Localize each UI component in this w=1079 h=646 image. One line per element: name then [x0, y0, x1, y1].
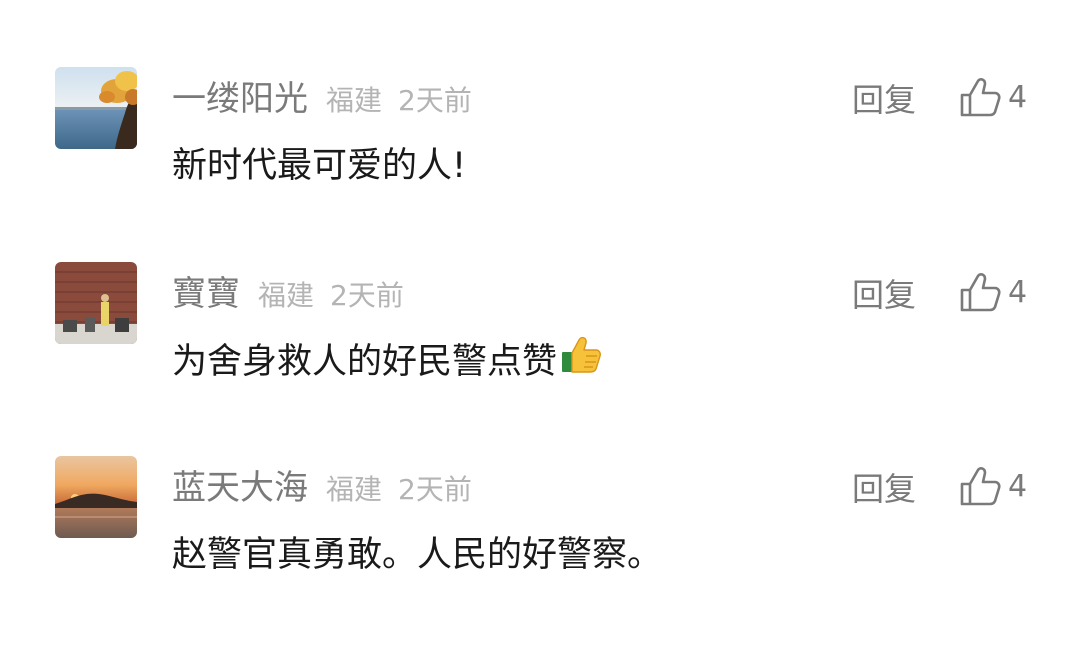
timestamp: 2天前: [330, 279, 404, 312]
thumbs-up-icon: [960, 78, 1001, 117]
like-count: 4: [1008, 468, 1028, 504]
brick-wall-stage-avatar: [55, 262, 137, 344]
thumbs-up-icon: [960, 273, 1001, 312]
username[interactable]: 蓝天大海: [172, 460, 308, 509]
thumbs-up-emoji: [559, 332, 603, 385]
location-label: 福建: [326, 473, 383, 506]
like-count: 4: [1008, 274, 1028, 310]
like-count: 4: [1008, 79, 1028, 115]
sunset-sea-avatar: [55, 456, 137, 538]
comment-meta: 蓝天大海 福建 2天前: [172, 460, 488, 510]
like-button[interactable]: 4: [958, 270, 1027, 314]
location-label: 福建: [258, 279, 315, 312]
username[interactable]: 一缕阳光: [172, 71, 308, 120]
comment-meta: 寶寶 福建 2天前: [172, 266, 420, 316]
timestamp: 2天前: [398, 84, 472, 117]
comment-item: 寶寶 福建 2天前 回复 4 为舍身救人的好民警点赞: [0, 262, 1079, 452]
like-button[interactable]: 4: [958, 75, 1027, 119]
reply-button[interactable]: 回复: [852, 270, 916, 316]
comment-text-content: 赵警官真勇敢。人民的好警察。: [172, 535, 663, 575]
landscape-tree-lake-avatar: [55, 67, 137, 149]
thumbs-up-emoji-icon: [562, 336, 601, 373]
avatar[interactable]: [55, 456, 137, 538]
avatar[interactable]: [55, 262, 137, 344]
avatar[interactable]: [55, 67, 137, 149]
comment-item: 蓝天大海 福建 2天前 回复 4 赵警官真勇敢。人民的好警察。: [0, 456, 1079, 646]
location-label: 福建: [326, 84, 383, 117]
comment-text-content: 新时代最可爱的人!: [172, 146, 467, 186]
comment-item: 一缕阳光 福建 2天前 回复 4 新时代最可爱的人!: [0, 67, 1079, 257]
username[interactable]: 寶寶: [172, 266, 240, 315]
timestamp: 2天前: [398, 473, 472, 506]
comment-text: 赵警官真勇敢。人民的好警察。: [172, 526, 662, 577]
comment-text: 新时代最可爱的人!: [172, 137, 466, 188]
comment-text: 为舍身救人的好民警点赞: [172, 332, 603, 385]
reply-button[interactable]: 回复: [852, 75, 916, 121]
thumbs-up-icon: [960, 467, 1001, 506]
comment-meta: 一缕阳光 福建 2天前: [172, 71, 488, 121]
like-button[interactable]: 4: [958, 464, 1027, 508]
reply-button[interactable]: 回复: [852, 464, 916, 510]
comment-text-content: 为舍身救人的好民警点赞: [172, 342, 558, 382]
